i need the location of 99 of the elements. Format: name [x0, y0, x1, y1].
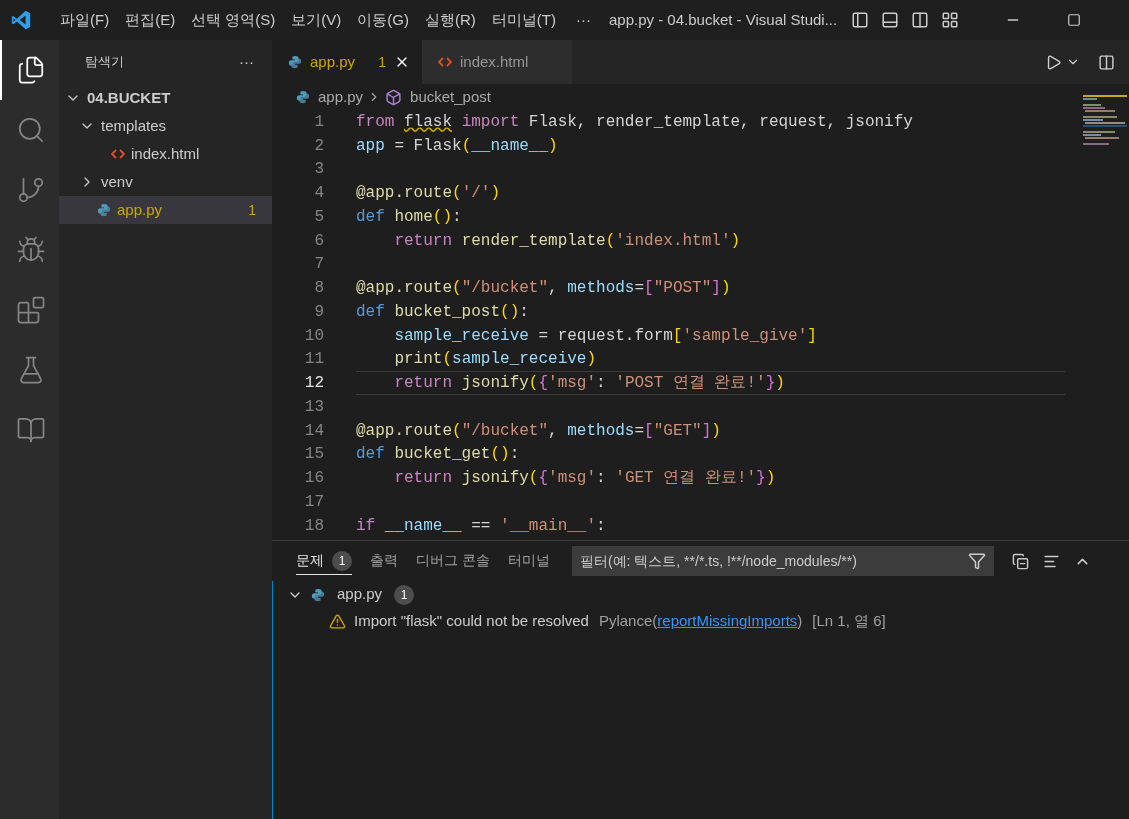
- tree-item[interactable]: 04.BUCKET: [59, 84, 272, 112]
- panel-tab[interactable]: 출력: [370, 547, 398, 575]
- menu-item[interactable]: 보기(V): [283, 8, 350, 32]
- python-file-icon: [296, 90, 310, 104]
- python-file-icon: [97, 203, 111, 217]
- python-file-icon: [311, 587, 325, 602]
- line-number: 4: [313, 183, 324, 205]
- run-icon[interactable]: [1045, 53, 1062, 71]
- panel-tab-label: 디버그 콘솔: [416, 551, 490, 570]
- code-line: return jsonify({'msg': 'POST 연결 완료!'}): [393, 373, 785, 395]
- code-line: from flask import Flask, render_template, request, jsonify: [356, 111, 913, 133]
- code-line: return jsonify({'msg': 'GET 연결 완료!'}): [393, 468, 776, 490]
- problem-file-row[interactable]: app.py 1: [273, 581, 1129, 608]
- code-line: app = Flask(__name__): [356, 135, 558, 157]
- panel-tab[interactable]: 문제 1: [296, 547, 352, 575]
- tree-item-label: templates: [101, 115, 167, 136]
- html-file-icon: [111, 148, 125, 160]
- python-file-icon: [288, 55, 302, 69]
- code-line: def bucket_get():: [356, 444, 520, 466]
- editor-tab[interactable]: app.py 1: [272, 40, 422, 84]
- menu-item[interactable]: 선택 영역(S): [183, 8, 284, 32]
- menu-item[interactable]: 편집(E): [117, 8, 184, 32]
- tree-item[interactable]: templates: [59, 112, 272, 140]
- problem-file-name: app.py: [337, 584, 383, 605]
- menu-item[interactable]: 이동(G): [349, 8, 417, 32]
- code-line: def home():: [356, 206, 462, 228]
- tab-label: app.py: [310, 51, 356, 72]
- problem-source: Pylance(reportMissingImports): [598, 611, 803, 632]
- code-line: def bucket_post():: [356, 301, 529, 323]
- panel-tab[interactable]: 터미널: [507, 547, 550, 575]
- tree-item-label: venv: [101, 171, 133, 192]
- book-icon[interactable]: [15, 415, 46, 445]
- menu-item[interactable]: 터미널(T): [483, 8, 564, 32]
- panel-tab-label: 문제: [296, 551, 324, 570]
- line-number: 1: [313, 111, 324, 133]
- code-line: @app.route("/bucket", methods=["GET"]): [356, 420, 721, 442]
- panel-tab[interactable]: 디버그 콘솔: [416, 547, 490, 575]
- line-number: 17: [303, 491, 324, 513]
- line-number: 9: [313, 301, 324, 323]
- app-logo-icon: [10, 9, 32, 31]
- line-number: 8: [313, 278, 324, 300]
- menu-item[interactable]: 파일(F): [52, 8, 118, 32]
- maximize-icon[interactable]: [1067, 13, 1082, 27]
- rule-link[interactable]: reportMissingImports: [657, 612, 798, 630]
- line-number: 10: [303, 325, 324, 347]
- tree-item-label: 04.BUCKET: [87, 87, 171, 108]
- line-number: 13: [303, 396, 324, 418]
- line-number: 11: [303, 349, 324, 371]
- tree-item-label: index.html: [131, 143, 200, 164]
- line-number: 6: [313, 230, 324, 252]
- problem-message: Import "flask" could not be resolved: [354, 611, 589, 632]
- more-menu-button[interactable]: ···: [564, 8, 603, 32]
- problem-row[interactable]: Import "flask" could not be resolved Pylance(reportMissingImports) [Ln 1, 열 6]: [273, 608, 1129, 635]
- split-editor-icon[interactable]: [1098, 53, 1115, 71]
- blocks-icon[interactable]: [15, 295, 46, 325]
- line-number: 18: [303, 515, 324, 537]
- editor-tab[interactable]: index.html: [422, 40, 572, 84]
- panel-tab-label: 터미널: [507, 551, 550, 570]
- line-number: 15: [303, 444, 324, 466]
- panel-tab-label: 출력: [370, 551, 398, 570]
- html-file-icon: [438, 56, 452, 68]
- bug-icon[interactable]: [15, 235, 46, 265]
- code-line: @app.route('/'): [356, 183, 501, 205]
- window-title: app.py - 04.bucket - Visual Studi...: [609, 9, 838, 30]
- tree-item[interactable]: app.py 1: [59, 196, 272, 224]
- code-line: if __name__ == '__main__':: [356, 515, 606, 537]
- collapse-all-icon[interactable]: [1011, 552, 1029, 570]
- breadcrumb-item[interactable]: app.py: [318, 85, 364, 109]
- menu-item[interactable]: 실행(R): [417, 8, 484, 32]
- secondary-sidebar-icon[interactable]: [911, 11, 930, 29]
- tab-label: index.html: [460, 51, 529, 72]
- code-line: return render_template('index.html'): [393, 230, 741, 252]
- code-line: print(sample_receive): [393, 349, 597, 371]
- tree-item[interactable]: index.html: [59, 140, 272, 168]
- sidebar-title: 탐색기: [85, 53, 124, 72]
- layout-icon[interactable]: [941, 11, 960, 29]
- symbol-icon: [385, 88, 403, 106]
- tree-item-label: app.py: [117, 199, 163, 220]
- line-number: 12: [303, 373, 324, 395]
- problem-location: [Ln 1, 열 6]: [812, 611, 886, 632]
- line-number: 2: [313, 135, 324, 157]
- line-number: 14: [303, 420, 324, 442]
- code-line: @app.route("/bucket", methods=["POST"]): [356, 278, 731, 300]
- more-actions-button[interactable]: ···: [239, 50, 254, 74]
- line-number: 5: [313, 206, 324, 228]
- line-number: 7: [313, 254, 324, 276]
- code-line: sample_receive = request.form['sample_give']: [393, 325, 817, 347]
- count-badge: 1: [394, 584, 415, 605]
- sidebar-toggle-icon[interactable]: [851, 11, 870, 29]
- problem-count: 1: [248, 200, 256, 220]
- line-number: 3: [313, 159, 324, 181]
- line-number: 16: [303, 468, 324, 490]
- filter-icon[interactable]: [967, 552, 986, 570]
- problem-count: 1: [378, 52, 386, 72]
- count-badge: 1: [332, 550, 352, 571]
- filter-field[interactable]: 필터(예: 텍스트, **/*.ts, !**/node_modules/**): [571, 546, 994, 576]
- panel-toggle-icon[interactable]: [881, 11, 900, 29]
- breadcrumb-item[interactable]: bucket_post: [410, 85, 491, 109]
- tree-item[interactable]: venv: [59, 168, 272, 196]
